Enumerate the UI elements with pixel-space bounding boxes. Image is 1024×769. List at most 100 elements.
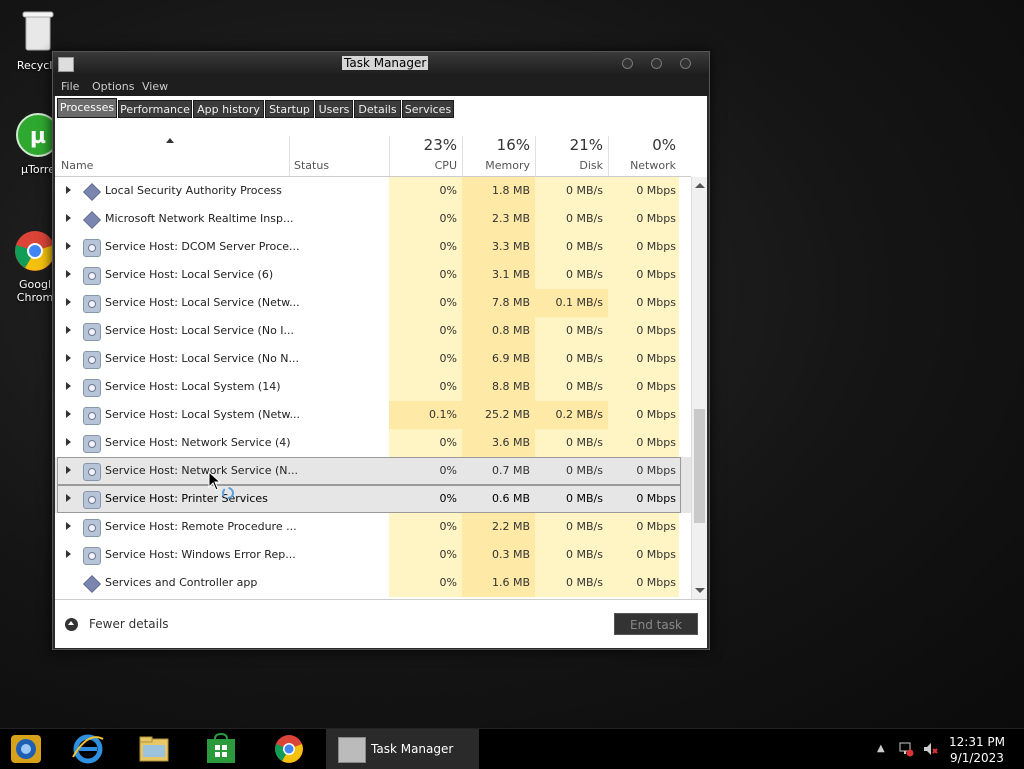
internet-explorer-icon[interactable] (71, 733, 105, 765)
process-name: Service Host: Local Service (No I... (105, 324, 295, 337)
expand-arrow-icon[interactable] (66, 466, 71, 474)
process-memory-value: 8.8 MB (491, 380, 530, 393)
process-cpu-value: 0% (439, 576, 457, 589)
system-clock[interactable]: 12:31 PM 9/1/2023 (949, 734, 1005, 766)
process-memory-value: 7.8 MB (491, 296, 530, 309)
process-memory-value: 0.8 MB (491, 324, 530, 337)
column-disk[interactable]: Disk (537, 159, 603, 172)
process-row[interactable]: Services and Controller app 0% 1.6 MB 0 MB/… (55, 569, 691, 597)
column-cpu[interactable]: CPU (391, 159, 457, 172)
column-status[interactable]: Status (294, 159, 329, 172)
collapse-up-icon[interactable] (65, 618, 78, 631)
start-orb-icon[interactable] (9, 733, 43, 765)
scroll-down-arrow-icon[interactable] (695, 588, 705, 593)
expand-arrow-icon[interactable] (66, 298, 71, 306)
tab-details[interactable]: Details (354, 100, 401, 118)
expand-arrow-icon[interactable] (66, 270, 71, 278)
expand-arrow-icon[interactable] (66, 550, 71, 558)
file-explorer-icon[interactable] (137, 733, 171, 765)
process-network-value: 0 Mbps (636, 324, 676, 337)
process-name: Services and Controller app (105, 576, 258, 589)
window-title: Task Manager (342, 56, 429, 70)
expand-arrow-icon[interactable] (66, 186, 71, 194)
process-network-value: 0 Mbps (636, 576, 676, 589)
process-row[interactable]: Service Host: Local System (14) 0% 8.8 MB 0… (55, 373, 691, 401)
expand-arrow-icon[interactable] (66, 410, 71, 418)
fewer-details-link[interactable]: Fewer details (89, 617, 169, 631)
process-row[interactable]: Service Host: Local System (Netw... 0.1% 2… (55, 401, 691, 429)
minimize-button[interactable] (622, 58, 633, 69)
disk-total: 21% (569, 136, 603, 154)
process-row[interactable]: Service Host: Printer Services 0% 0.6 MB 0 … (55, 485, 691, 513)
process-disk-value: 0 MB/s (566, 324, 603, 337)
tab-app-history[interactable]: App history (193, 100, 264, 118)
menu-view[interactable]: View (142, 80, 168, 93)
process-network-value: 0 Mbps (636, 212, 676, 225)
service-gear-icon (83, 267, 101, 285)
chrome-taskbar-icon[interactable] (272, 733, 306, 765)
task-manager-app-icon (58, 57, 74, 72)
process-memory-value: 6.9 MB (491, 352, 530, 365)
service-gear-icon (83, 519, 101, 537)
column-header: Name Status 23% CPU 16% Memory 21% Disk … (55, 118, 691, 177)
process-disk-value: 0 MB/s (566, 436, 603, 449)
tab-performance[interactable]: Performance (118, 100, 192, 118)
expand-arrow-icon[interactable] (66, 326, 71, 334)
tab-users[interactable]: Users (315, 100, 353, 118)
menu-options[interactable]: Options (92, 80, 134, 93)
process-row[interactable]: Service Host: Local Service (No N... 0% 6.… (55, 345, 691, 373)
expand-arrow-icon[interactable] (66, 242, 71, 250)
store-icon[interactable] (204, 733, 238, 765)
process-name: Service Host: Local Service (Netw... (105, 296, 300, 309)
volume-muted-icon[interactable] (922, 741, 938, 757)
service-gear-icon (83, 323, 101, 341)
process-name: Service Host: Network Service (4) (105, 436, 291, 449)
tab-startup[interactable]: Startup (265, 100, 314, 118)
end-task-button[interactable]: End task (614, 613, 698, 635)
process-row[interactable]: Service Host: Windows Error Rep... 0% 0.3 … (55, 541, 691, 569)
process-row[interactable]: Service Host: Network Service (N... 0% 0.7… (55, 457, 691, 485)
process-memory-value: 0.6 MB (491, 492, 530, 505)
column-name[interactable]: Name (61, 159, 93, 172)
task-manager-taskbar-icon (338, 737, 366, 763)
process-row[interactable]: Service Host: Local Service (Netw... 0% 7.… (55, 289, 691, 317)
service-gear-icon (83, 407, 101, 425)
taskbar-task-manager-button[interactable]: Task Manager (326, 729, 479, 769)
vertical-scrollbar[interactable] (691, 177, 707, 599)
close-button[interactable] (680, 58, 691, 69)
process-cpu-value: 0% (439, 296, 457, 309)
tab-processes[interactable]: Processes (57, 98, 117, 118)
process-diamond-icon (83, 575, 101, 593)
process-row[interactable]: Service Host: DCOM Server Proce... 0% 3.3 … (55, 233, 691, 261)
scroll-up-arrow-icon[interactable] (695, 183, 705, 188)
process-network-value: 0 Mbps (636, 240, 676, 253)
process-row[interactable]: Local Security Authority Process 0% 1.8 MB… (55, 177, 691, 205)
menu-file[interactable]: File (61, 80, 79, 93)
process-network-value: 0 Mbps (636, 520, 676, 533)
column-memory[interactable]: Memory (464, 159, 530, 172)
expand-arrow-icon[interactable] (66, 438, 71, 446)
process-disk-value: 0.2 MB/s (555, 408, 603, 421)
mouse-cursor-icon (208, 471, 222, 491)
process-row[interactable]: Service Host: Local Service (No I... 0% 0.… (55, 317, 691, 345)
expand-arrow-icon[interactable] (66, 354, 71, 362)
maximize-button[interactable] (651, 58, 662, 69)
process-row[interactable]: Microsoft Network Realtime Insp... 0% 2.3 … (55, 205, 691, 233)
title-bar[interactable]: Task Manager (53, 52, 709, 76)
expand-arrow-icon[interactable] (66, 214, 71, 222)
network-status-icon[interactable] (898, 741, 914, 757)
expand-arrow-icon[interactable] (66, 382, 71, 390)
process-network-value: 0 Mbps (636, 436, 676, 449)
tab-services[interactable]: Services (402, 100, 454, 118)
process-row[interactable]: Service Host: Network Service (4) 0% 3.6 M… (55, 429, 691, 457)
scrollbar-thumb[interactable] (694, 409, 705, 523)
expand-arrow-icon[interactable] (66, 522, 71, 530)
expand-arrow-icon[interactable] (66, 494, 71, 502)
process-network-value: 0 Mbps (636, 380, 676, 393)
process-row[interactable]: Service Host: Local Service (6) 0% 3.1 MB 0… (55, 261, 691, 289)
process-row[interactable]: Service Host: Remote Procedure ... 0% 2.2 … (55, 513, 691, 541)
footer-bar: Fewer details End task (55, 599, 707, 648)
show-hidden-icons-chevron-icon[interactable]: ▲ (877, 743, 885, 754)
column-network[interactable]: Network (610, 159, 676, 172)
tab-bar: Processes Performance App history Startu… (55, 96, 707, 118)
